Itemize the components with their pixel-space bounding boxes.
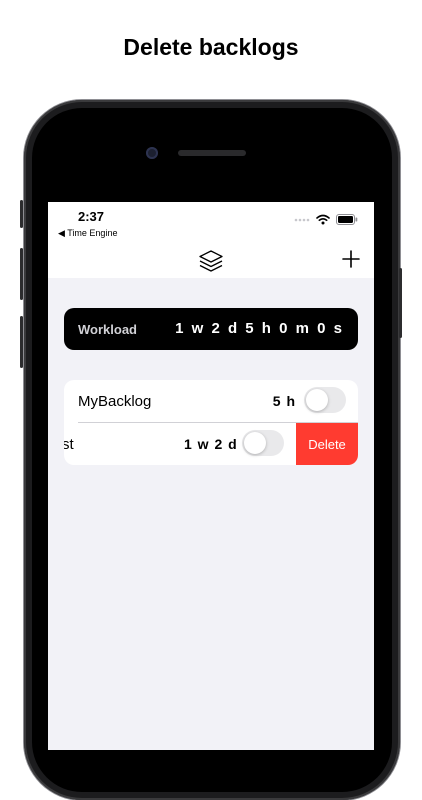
navigation-bar — [48, 244, 374, 278]
backlog-list: MyBacklog 5 h st 1 w 2 d Delete — [64, 380, 358, 465]
workload-label: Workload — [78, 322, 137, 337]
workload-card: Workload 1 w 2 d 5 h 0 m 0 s — [64, 308, 358, 350]
backlog-row[interactable]: MyBacklog 5 h — [64, 380, 358, 422]
status-time: 2:37 — [78, 209, 105, 224]
cellular-signal-icon — [294, 218, 310, 221]
app-screen: 2:37 ◀ Time Engine Workload 1 w 2 d 5 h … — [48, 202, 374, 750]
backlog-duration: 5 h — [272, 393, 296, 409]
battery-icon — [336, 214, 358, 225]
backlog-row-swiped[interactable]: st 1 w 2 d Delete — [64, 423, 358, 465]
backlog-duration: 1 w 2 d — [184, 436, 238, 452]
power-button — [399, 268, 402, 338]
back-to-app-link[interactable]: ◀ Time Engine — [58, 228, 117, 239]
layers-icon[interactable] — [198, 248, 224, 274]
backlog-name: st — [64, 436, 74, 453]
volume-up-button — [20, 248, 23, 300]
front-camera — [146, 147, 158, 159]
backlog-name: MyBacklog — [78, 393, 152, 410]
mute-switch — [20, 200, 23, 228]
add-backlog-plus-icon[interactable] — [340, 248, 362, 270]
backlog-toggle[interactable] — [304, 387, 346, 413]
volume-down-button — [20, 316, 23, 368]
backlog-toggle[interactable] — [242, 430, 284, 456]
delete-button[interactable]: Delete — [296, 423, 358, 465]
status-bar: 2:37 ◀ Time Engine — [48, 202, 374, 244]
earpiece-speaker — [178, 150, 246, 156]
wifi-icon — [316, 214, 330, 225]
workload-total: 1 w 2 d 5 h 0 m 0 s — [175, 320, 344, 337]
page-headline: Delete backlogs — [123, 34, 299, 60]
